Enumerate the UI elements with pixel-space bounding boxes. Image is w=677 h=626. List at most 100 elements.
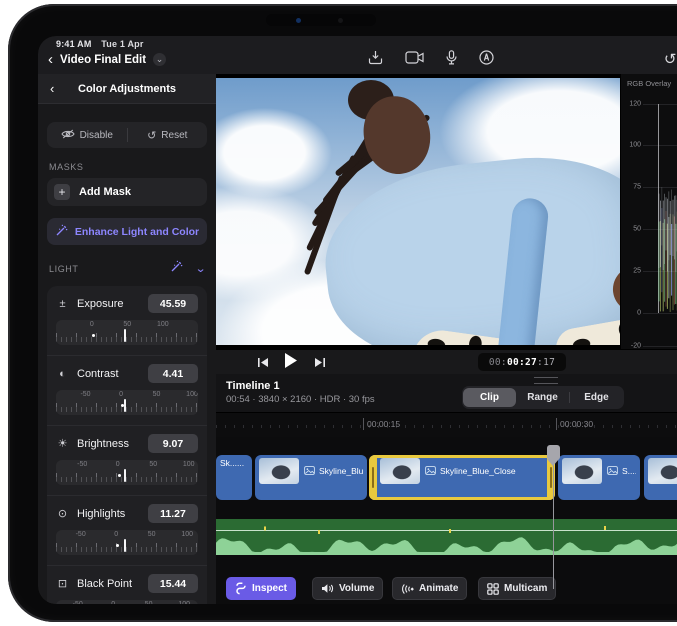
project-title[interactable]: Video Final Edit xyxy=(60,54,146,66)
param-slider[interactable]: 0 50 100 xyxy=(56,320,198,345)
param-slider[interactable]: -50050100 xyxy=(56,390,198,415)
clip[interactable] xyxy=(644,455,677,500)
contrast-icon: ◐ xyxy=(56,368,69,380)
ipad-device-frame: 9:41 AM Tue 1 Apr ‹ Video Final Edit ⌄ ↺… xyxy=(8,4,677,622)
eye-off-icon xyxy=(61,129,75,142)
scale-label: 100 xyxy=(186,391,198,398)
param-value-field[interactable]: 45.59 xyxy=(148,294,198,313)
multicam-button[interactable]: Multicam xyxy=(478,577,556,600)
add-mask-label: Add Mask xyxy=(79,186,131,198)
param-value-field[interactable]: 9.07 xyxy=(148,434,198,453)
magic-wand-icon xyxy=(55,224,68,240)
camera-icon[interactable] xyxy=(405,51,424,64)
timecode-hours: 00: xyxy=(489,357,507,368)
param-name: Brightness xyxy=(77,438,140,450)
scale-label: -50 xyxy=(73,601,83,604)
edit-mode-segment: ClipRangeEdge xyxy=(462,386,624,409)
clip[interactable]: Skyline_Blue_Wide xyxy=(255,455,367,500)
preview-photo xyxy=(216,78,620,345)
status-date: Tue 1 Apr xyxy=(101,39,143,49)
trim-handle-left[interactable] xyxy=(369,455,377,500)
front-camera-indicator xyxy=(296,18,301,23)
photo-icon xyxy=(304,466,315,477)
timecode-display[interactable]: 00:00:27:17 xyxy=(478,353,566,371)
scope-waveform xyxy=(644,92,677,342)
animate-button[interactable]: Animate xyxy=(392,577,467,600)
ruler-time-label: 00:00:30 xyxy=(556,418,593,430)
pencil-icon[interactable] xyxy=(479,50,494,65)
param-slider[interactable]: -50050100 xyxy=(56,530,198,555)
slider-cursor xyxy=(124,539,126,552)
photo-icon xyxy=(425,466,436,477)
auto-enhance-wand-icon[interactable] xyxy=(170,260,183,278)
scale-label: 50 xyxy=(123,321,131,328)
slider-cursor xyxy=(124,329,126,342)
param-slider[interactable]: -50050100 xyxy=(56,600,198,604)
front-camera-lens xyxy=(338,18,343,23)
panel-back-chevron-icon[interactable]: ‹ xyxy=(50,82,54,95)
param-name: Contrast xyxy=(77,368,140,380)
param-value-field[interactable]: 15.44 xyxy=(148,574,198,593)
scale-label: 0 xyxy=(90,321,94,328)
brightness-icon: ☀ xyxy=(56,437,69,450)
transport-bar: 00:00:27:17 xyxy=(216,349,677,375)
param-value-field[interactable]: 11.27 xyxy=(148,504,198,523)
timeline-name: Timeline 1 xyxy=(226,380,280,392)
timecode-frames: :17 xyxy=(537,357,555,368)
clip[interactable]: S...... xyxy=(558,455,640,500)
param-name: Highlights xyxy=(77,508,140,520)
disable-label: Disable xyxy=(80,130,113,141)
param-name: Black Point xyxy=(77,578,140,590)
previous-frame-button[interactable] xyxy=(258,355,269,373)
add-mask-button[interactable]: + Add Mask xyxy=(47,178,207,206)
scale-label: 100 xyxy=(183,461,195,468)
mode-clip[interactable]: Clip xyxy=(463,388,516,407)
light-parameters-card: ±Exposure45.59050100◐Contrast4.41-500501… xyxy=(47,286,207,604)
import-icon[interactable] xyxy=(368,50,383,65)
next-frame-button[interactable] xyxy=(314,355,325,373)
timeline-drag-handle[interactable] xyxy=(534,377,558,384)
clip-thumbnail xyxy=(259,458,299,484)
slider-ticks xyxy=(56,403,198,412)
disable-reset-segment: Disable ↺ Reset xyxy=(47,122,207,148)
clip[interactable]: Sk...... xyxy=(216,455,252,500)
undo-icon[interactable]: ↺ xyxy=(664,50,677,68)
clip-label: Skyline_Blue_Close xyxy=(425,466,516,477)
back-chevron-icon[interactable]: ‹ xyxy=(48,52,53,67)
slider-zero-dot xyxy=(118,474,121,477)
scale-label: 100 xyxy=(178,601,190,604)
reset-button[interactable]: ↺ Reset xyxy=(128,122,208,148)
param-slider[interactable]: -50050100 xyxy=(56,460,198,485)
volume-button[interactable]: Volume xyxy=(312,577,383,600)
param-name: Exposure xyxy=(77,298,140,310)
clip-label: S...... xyxy=(607,466,636,477)
reset-label: Reset xyxy=(161,130,187,141)
inspect-button[interactable]: Inspect xyxy=(226,577,296,600)
audio-waveform xyxy=(216,519,677,555)
rgb-overlay-scope: RGB Overlay 1201007550250-20 xyxy=(620,74,677,349)
scale-label: 0 xyxy=(111,601,115,604)
scale-label: -50 xyxy=(80,391,90,398)
audio-track[interactable] xyxy=(216,519,677,555)
playhead-line[interactable] xyxy=(553,448,554,589)
disable-button[interactable]: Disable xyxy=(47,122,127,148)
timeline-tracks: Sk......Skyline_Blue_Wide Skyline_Blue_Cl… xyxy=(216,437,677,604)
clip-selected[interactable]: Skyline_Blue_Close xyxy=(369,455,555,500)
title-dropdown-chevron-icon[interactable]: ⌄ xyxy=(153,53,166,66)
scale-label: -50 xyxy=(77,461,87,468)
param-value-field[interactable]: 4.41 xyxy=(148,364,198,383)
video-preview xyxy=(216,74,620,349)
panel-title: Color Adjustments xyxy=(38,83,216,95)
mode-range[interactable]: Range xyxy=(516,388,569,407)
play-button[interactable] xyxy=(284,353,298,373)
mic-icon[interactable] xyxy=(446,50,457,65)
collapse-chevron-icon[interactable]: ⌄ xyxy=(195,264,207,275)
black-point-icon: ⊡ xyxy=(56,577,69,590)
slider-ticks xyxy=(56,333,198,342)
timeline-ruler[interactable]: 00:00:1500:00:30 xyxy=(216,412,677,437)
scale-label: 100 xyxy=(157,321,169,328)
enhance-light-color-button[interactable]: Enhance Light and Color xyxy=(47,218,207,245)
playhead-handle[interactable] xyxy=(547,445,560,460)
screen: 9:41 AM Tue 1 Apr ‹ Video Final Edit ⌄ ↺… xyxy=(38,36,677,604)
mode-edge[interactable]: Edge xyxy=(570,388,623,407)
